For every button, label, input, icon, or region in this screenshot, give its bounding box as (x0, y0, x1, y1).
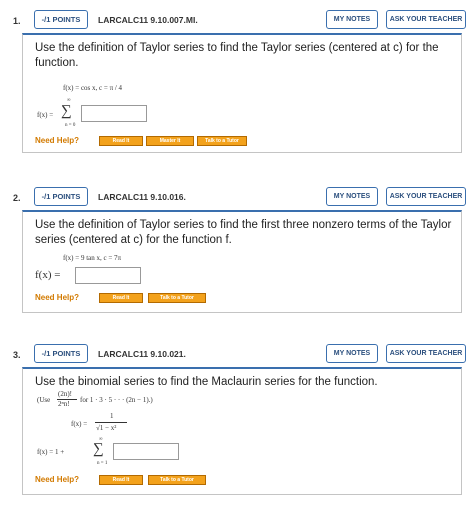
question-card-3: Use the binomial series to find the Macl… (22, 367, 462, 495)
hint-prefix: (Use (37, 396, 51, 404)
question-prompt: Use the definition of Taylor series to f… (35, 42, 439, 69)
answer-input[interactable] (113, 443, 179, 460)
points-button[interactable]: -/1 POINTS (34, 187, 88, 206)
answer-label: f(x) = (37, 111, 54, 119)
read-it-button[interactable]: Read It (99, 293, 143, 303)
ask-teacher-button[interactable]: ASK YOUR TEACHER (386, 10, 466, 29)
ask-teacher-button[interactable]: ASK YOUR TEACHER (386, 344, 466, 363)
points-button[interactable]: -/1 POINTS (34, 10, 88, 29)
points-button[interactable]: -/1 POINTS (34, 344, 88, 363)
answer-label: f(x) = 1 + (37, 448, 65, 456)
question-card-1: Use the definition of Taylor series to f… (22, 33, 462, 153)
question-number: 3. (13, 350, 21, 360)
question-number: 1. (13, 16, 21, 26)
answer-input[interactable] (75, 267, 141, 284)
my-notes-button[interactable]: MY NOTES (326, 10, 378, 29)
given-function: f(x) = cos x, c = π / 4 (63, 84, 123, 92)
sum-lower-limit: n = 1 (97, 461, 108, 466)
sigma-icon: ∑ (61, 103, 72, 119)
answer-label: f(x) = (35, 269, 61, 281)
my-notes-button[interactable]: MY NOTES (326, 187, 378, 206)
my-notes-button[interactable]: MY NOTES (326, 344, 378, 363)
function-denominator: √1 − x² (96, 424, 117, 432)
talk-to-tutor-button[interactable]: Talk to a Tutor (148, 475, 206, 485)
master-it-button[interactable]: Master It (146, 136, 194, 146)
need-help-label: Need Help? (35, 293, 80, 302)
function-numerator: 1 (110, 412, 114, 420)
question-number: 2. (13, 193, 21, 203)
need-help-label: Need Help? (35, 136, 80, 145)
talk-to-tutor-button[interactable]: Talk to a Tutor (148, 293, 206, 303)
question-card-2: Use the definition of Taylor series to f… (22, 210, 462, 313)
need-help-label: Need Help? (35, 475, 80, 484)
question-prompt: Use the definition of Taylor series to f… (35, 219, 452, 246)
ask-teacher-button[interactable]: ASK YOUR TEACHER (386, 187, 466, 206)
read-it-button[interactable]: Read It (99, 136, 143, 146)
hint-denominator: 2ⁿn! (58, 400, 70, 408)
given-function: f(x) = 9 tan x, c = 7π (63, 254, 122, 262)
sum-lower-limit: n = 0 (65, 123, 76, 128)
read-it-button[interactable]: Read It (99, 475, 143, 485)
hint-numerator: (2n)! (58, 390, 72, 398)
answer-input[interactable] (81, 105, 147, 122)
hint-suffix: for 1 · 3 · 5 · · · (2n − 1).) (80, 396, 153, 404)
sigma-icon: ∑ (93, 441, 104, 457)
function-label: f(x) = (71, 420, 88, 428)
question-code: LARCALC11 9.10.021. (98, 349, 186, 359)
question-prompt: Use the binomial series to find the Macl… (35, 376, 378, 388)
function-fraction-bar (95, 422, 127, 423)
question-code: LARCALC11 9.10.007.MI. (98, 15, 198, 25)
question-code: LARCALC11 9.10.016. (98, 192, 186, 202)
talk-to-tutor-button[interactable]: Talk to a Tutor (197, 136, 247, 146)
